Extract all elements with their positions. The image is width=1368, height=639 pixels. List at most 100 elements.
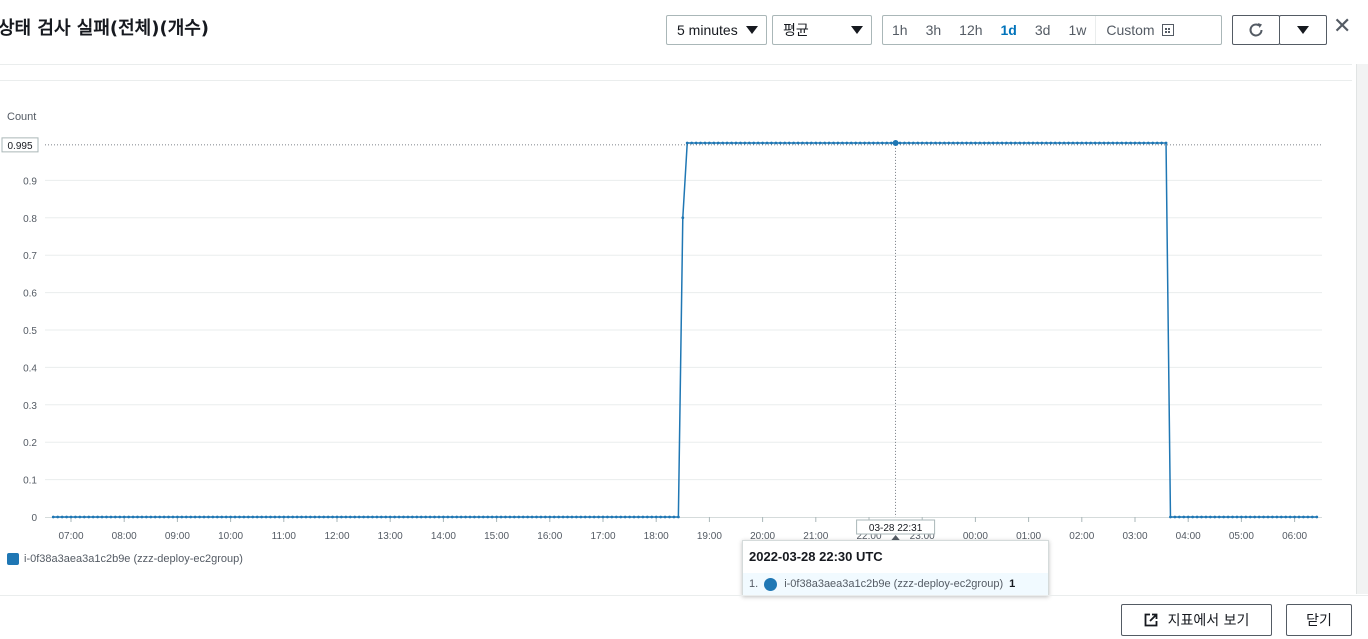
scrollbar[interactable] — [1356, 64, 1368, 594]
series-point — [1297, 515, 1301, 519]
series-point — [300, 515, 303, 519]
series-point — [464, 515, 467, 519]
tooltip-value: 1 — [1009, 578, 1016, 590]
tooltip-title: 2022-03-28 22:30 UTC — [749, 549, 883, 564]
range-3d[interactable]: 3d — [1026, 16, 1060, 44]
range-1h[interactable]: 1h — [883, 16, 917, 44]
series-point — [681, 216, 685, 220]
series-point — [1288, 515, 1292, 519]
series-point — [162, 515, 166, 519]
series-point — [849, 141, 853, 145]
series-point — [459, 515, 463, 519]
period-select[interactable]: 5 minutes — [666, 15, 767, 45]
series-point — [473, 515, 476, 519]
series-point — [375, 515, 379, 519]
range-3h[interactable]: 3h — [917, 16, 951, 44]
series-point — [512, 515, 516, 519]
series-point — [606, 515, 609, 519]
series-point — [659, 515, 663, 519]
close-icon[interactable]: ✕ — [1333, 14, 1351, 39]
series-point — [379, 515, 383, 519]
series-point — [1067, 141, 1070, 145]
series-point — [965, 141, 968, 145]
series-point — [801, 141, 804, 145]
refresh-button[interactable] — [1232, 15, 1280, 45]
series-point — [1040, 141, 1044, 145]
series-point — [202, 515, 206, 519]
series-point — [424, 515, 428, 519]
series-point — [916, 141, 920, 145]
series-point — [388, 515, 392, 519]
series-point — [167, 515, 170, 519]
series-point — [109, 515, 113, 519]
series-point — [322, 515, 326, 519]
series-point — [1129, 141, 1132, 145]
refresh-icon — [1249, 23, 1263, 37]
series-point — [1124, 141, 1128, 145]
series-point — [809, 141, 813, 145]
series-point — [74, 515, 77, 519]
series-point — [1248, 515, 1252, 519]
y-tick-label: 0.3 — [23, 401, 37, 412]
statistic-select[interactable]: 평균 — [772, 15, 872, 45]
series-point — [1062, 141, 1066, 145]
refresh-options-dropdown[interactable] — [1279, 15, 1327, 45]
series-point — [1098, 141, 1101, 145]
range-1w[interactable]: 1w — [1059, 16, 1095, 44]
series-point — [730, 141, 733, 145]
series-point — [690, 141, 694, 145]
series-point — [406, 515, 410, 519]
series-point — [645, 515, 649, 519]
series-point — [118, 515, 122, 519]
series-point — [477, 515, 481, 519]
series-point — [433, 515, 436, 519]
series-point — [1257, 515, 1261, 519]
series-point — [1164, 141, 1168, 145]
series-point — [317, 515, 321, 519]
series-point — [1049, 141, 1053, 145]
series-point — [273, 515, 277, 519]
series-point — [1208, 515, 1212, 519]
range-custom[interactable]: Custom — [1095, 16, 1174, 44]
series-point — [1138, 141, 1141, 145]
series-point — [468, 515, 472, 519]
series-point — [481, 515, 485, 519]
series-point — [1200, 515, 1203, 519]
series-point — [1315, 515, 1319, 519]
series-point — [260, 515, 264, 519]
series-point — [131, 515, 135, 519]
series-point — [898, 141, 902, 145]
series-point — [765, 141, 769, 145]
series-point — [1284, 515, 1288, 519]
series-point — [1120, 141, 1124, 145]
range-12h[interactable]: 12h — [950, 16, 991, 44]
footer-divider — [0, 595, 1368, 596]
series-point — [207, 515, 210, 519]
caret-down-icon — [746, 26, 758, 34]
series-point — [229, 515, 233, 519]
view-in-metrics-button[interactable]: 지표에서 보기 — [1121, 604, 1272, 636]
y-tick-label: 0.6 — [23, 289, 37, 300]
series-point — [393, 515, 397, 519]
series-point — [1022, 141, 1026, 145]
series-point — [295, 515, 299, 519]
series-point — [455, 515, 459, 519]
series-point — [348, 515, 352, 519]
close-button-label: 닫기 — [1306, 613, 1332, 629]
range-1d[interactable]: 1d — [992, 16, 1026, 44]
series-point — [78, 515, 82, 519]
chart-legend[interactable]: i-0f38a3aea3a1c2b9e (zzz-deploy-ec2group… — [7, 553, 243, 565]
series-point — [1107, 141, 1110, 145]
series-point — [1115, 141, 1119, 145]
series-point — [539, 515, 543, 519]
x-tick-label: 06:00 — [1282, 531, 1307, 542]
series-point — [991, 141, 995, 145]
chevron-down-icon — [1297, 26, 1309, 34]
series-point — [344, 515, 348, 519]
series-point — [570, 515, 574, 519]
series-point — [1262, 515, 1265, 519]
close-button[interactable]: 닫기 — [1286, 604, 1352, 636]
series-point — [716, 141, 720, 145]
series-point — [419, 515, 423, 519]
y-tick-label: 0 — [31, 513, 37, 524]
